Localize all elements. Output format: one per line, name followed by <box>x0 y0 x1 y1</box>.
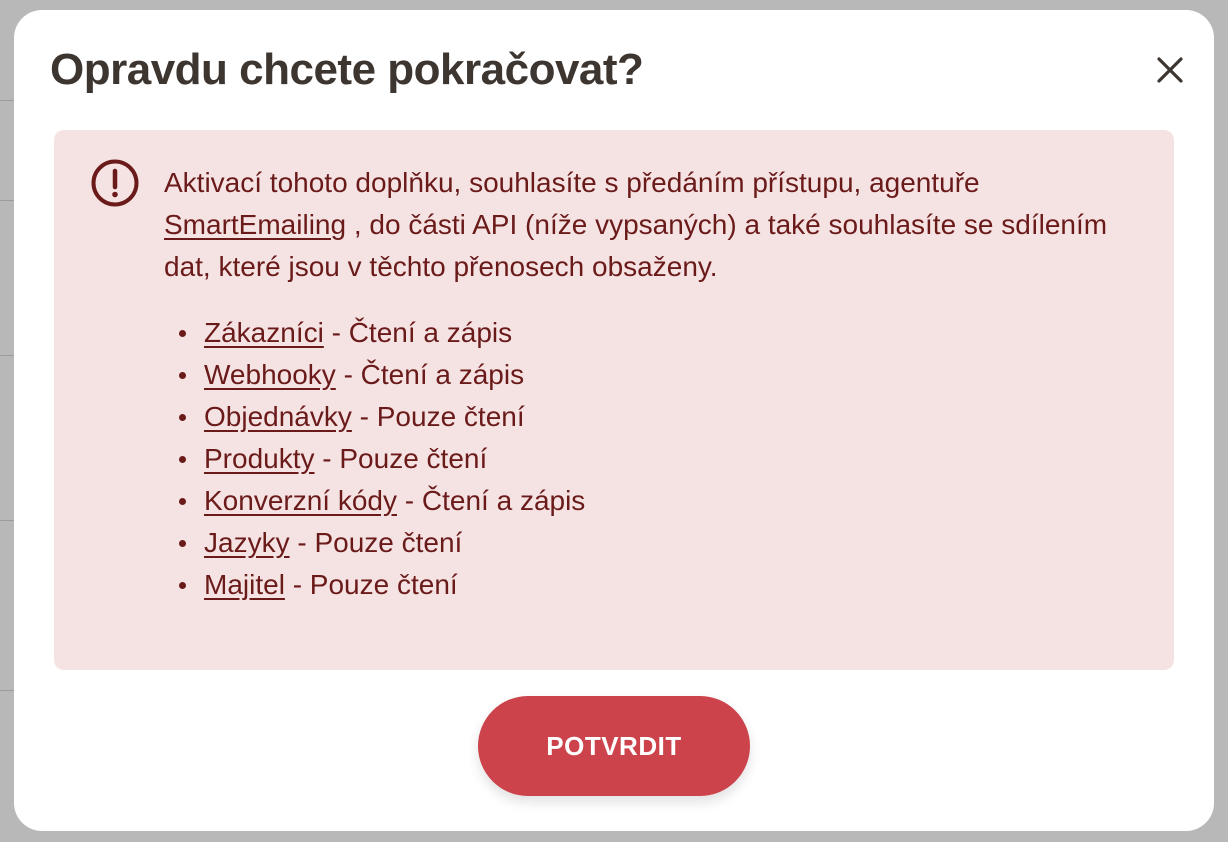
permission-access: - Pouze čtení <box>289 527 463 558</box>
alert-text-start: Aktivací tohoto doplňku, souhlasíte s př… <box>164 167 980 198</box>
permission-access: - Čtení a zápis <box>323 317 513 348</box>
permission-link-majitel[interactable]: Majitel <box>204 569 285 600</box>
close-button[interactable] <box>1150 50 1190 90</box>
confirm-button[interactable]: POTVRDIT <box>478 696 750 796</box>
permission-link-objednavky[interactable]: Objednávky <box>204 401 352 432</box>
permission-item: Jazyky - Pouze čtení <box>179 522 1134 564</box>
close-icon <box>1157 57 1183 83</box>
permissions-list: Zákazníci - Čtení a zápis Webhooky - Čte… <box>164 312 1134 606</box>
permission-item: Konverzní kódy - Čtení a zápis <box>179 480 1134 522</box>
confirm-dialog: Opravdu chcete pokračovat? Aktivací toho… <box>14 10 1214 831</box>
permission-access: - Pouze čtení <box>314 443 488 474</box>
permission-item: Produkty - Pouze čtení <box>179 438 1134 480</box>
permission-link-webhooky[interactable]: Webhooky <box>204 359 336 390</box>
permission-access: - Čtení a zápis <box>335 359 525 390</box>
exclamation-circle-icon <box>91 159 139 207</box>
permission-link-produkty[interactable]: Produkty <box>204 443 315 474</box>
permission-access: - Pouze čtení <box>284 569 458 600</box>
permission-item: Webhooky - Čtení a zápis <box>179 354 1134 396</box>
permission-link-jazyky[interactable]: Jazyky <box>204 527 290 558</box>
dialog-title: Opravdu chcete pokračovat? <box>50 45 644 94</box>
permission-item: Majitel - Pouze čtení <box>179 564 1134 606</box>
permission-item: Objednávky - Pouze čtení <box>179 396 1134 438</box>
permission-item: Zákazníci - Čtení a zápis <box>179 312 1134 354</box>
permission-access: - Čtení a zápis <box>397 485 586 516</box>
permission-access: - Pouze čtení <box>351 401 525 432</box>
permission-link-zakaznici[interactable]: Zákazníci <box>204 317 324 348</box>
agency-link[interactable]: SmartEmailing <box>164 209 346 240</box>
permission-link-konverzni-kody[interactable]: Konverzní kódy <box>204 485 397 516</box>
alert-message: Aktivací tohoto doplňku, souhlasíte s př… <box>164 162 1134 288</box>
warning-alert: Aktivací tohoto doplňku, souhlasíte s př… <box>54 130 1174 670</box>
